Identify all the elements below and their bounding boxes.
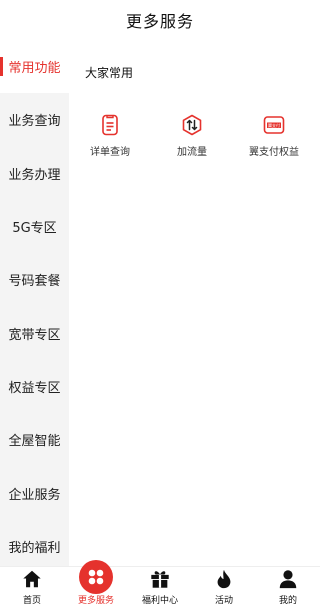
tab-activity[interactable]: 活动 — [192, 567, 256, 610]
tab-label: 福利中心 — [141, 596, 178, 606]
sidebar-item-benefits[interactable]: 权益专区 — [0, 360, 69, 413]
main-area: 常用功能 业务查询 业务办理 5G专区 号码套餐 宽带专区 权益专区 全屋智能 … — [0, 40, 320, 566]
function-label: 详单查询 — [90, 147, 130, 158]
tab-label: 我的 — [278, 596, 297, 606]
home-icon — [23, 570, 41, 588]
gift-icon — [151, 571, 169, 588]
sidebar-item-broadband[interactable]: 宽带专区 — [0, 306, 69, 359]
tab-label: 首页 — [22, 596, 41, 606]
tab-more-services[interactable]: 更多服务 — [64, 560, 128, 610]
bill-detail-icon — [102, 114, 118, 136]
content-panel: 大家常用 详单查询 加流量 翼支付 翼支付权益 — [69, 40, 320, 566]
bottom-tabbar: 首页 更多服务 福利中心 活动 我的 — [0, 560, 320, 610]
tab-label: 更多服务 — [77, 596, 114, 606]
tab-home[interactable]: 首页 — [0, 567, 64, 610]
bestpay-icon: 翼支付 — [263, 116, 285, 134]
function-bill-detail[interactable]: 详单查询 — [69, 113, 151, 158]
page-header: 更多服务 — [0, 0, 320, 40]
function-bestpay-benefits[interactable]: 翼支付 翼支付权益 — [233, 113, 315, 158]
flame-icon — [217, 569, 231, 589]
sidebar-item-number-plan[interactable]: 号码套餐 — [0, 253, 69, 306]
data-traffic-icon — [182, 114, 202, 136]
user-icon — [279, 570, 297, 589]
sidebar-item-business-query[interactable]: 业务查询 — [0, 93, 69, 146]
bestpay-logo-text: 翼支付 — [268, 122, 280, 128]
section-title: 大家常用 — [85, 66, 134, 80]
sidebar-item-my-welfare[interactable]: 我的福利 — [0, 520, 69, 566]
common-functions-grid: 详单查询 加流量 翼支付 翼支付权益 — [85, 113, 320, 158]
tab-welfare-center[interactable]: 福利中心 — [128, 567, 192, 610]
tab-mine[interactable]: 我的 — [256, 567, 320, 610]
four-dots-icon — [88, 569, 104, 585]
sidebar-item-5g[interactable]: 5G专区 — [0, 200, 69, 253]
sidebar-item-enterprise[interactable]: 企业服务 — [0, 466, 69, 519]
tab-label: 活动 — [214, 596, 233, 606]
function-add-data[interactable]: 加流量 — [151, 113, 233, 158]
sidebar-item-common[interactable]: 常用功能 — [0, 40, 69, 94]
page-title: 更多服务 — [125, 12, 194, 31]
more-services-icon — [79, 560, 113, 594]
sidebar-item-business-handle[interactable]: 业务办理 — [0, 147, 69, 200]
category-sidebar: 常用功能 业务查询 业务办理 5G专区 号码套餐 宽带专区 权益专区 全屋智能 … — [0, 40, 69, 566]
function-label: 加流量 — [177, 147, 207, 158]
function-label: 翼支付权益 — [249, 147, 299, 158]
sidebar-item-smart-home[interactable]: 全屋智能 — [0, 413, 69, 466]
